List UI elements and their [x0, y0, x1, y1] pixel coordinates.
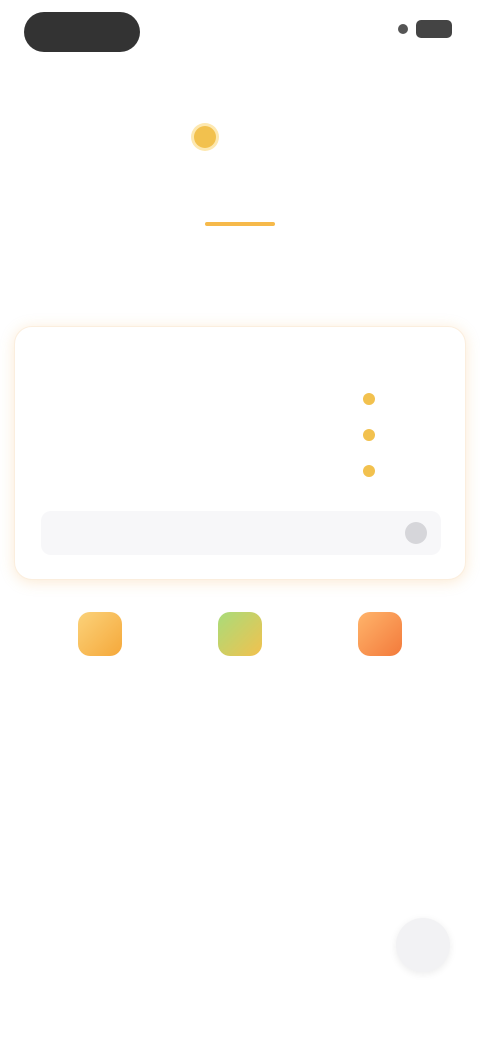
chevron-icon[interactable]: [405, 522, 427, 544]
tab-second-active[interactable]: [185, 196, 295, 226]
balance-display: [0, 126, 480, 148]
tab-first[interactable]: [40, 196, 150, 226]
shortcut-label: [350, 670, 410, 686]
coin-icon: [363, 393, 375, 405]
coin-icon: [363, 465, 375, 477]
task-icon: [218, 612, 262, 656]
shop-icon: [358, 612, 402, 656]
signal-icon: [398, 24, 408, 34]
coin-icon: [194, 126, 216, 148]
status-bar: [0, 0, 480, 64]
detail-row: [41, 385, 441, 413]
details-card: [14, 326, 466, 580]
tab-bar: [40, 196, 440, 226]
tab-third[interactable]: [330, 196, 440, 226]
status-indicators: [398, 20, 452, 38]
detail-row: [41, 457, 441, 485]
row-value-group: [363, 429, 441, 441]
shortcut-second[interactable]: [180, 612, 300, 686]
shortcut-first[interactable]: [40, 612, 160, 686]
detail-row: [41, 421, 441, 449]
gift-icon: [78, 612, 122, 656]
headline: [0, 266, 480, 300]
service-icon[interactable]: [396, 918, 450, 972]
shortcut-row: [40, 612, 440, 686]
battery-icon: [416, 20, 452, 38]
row-value-group: [363, 393, 441, 405]
card-title: [41, 349, 191, 367]
shortcut-third[interactable]: [320, 612, 440, 686]
shortcut-label: [210, 670, 270, 686]
shortcut-label: [70, 670, 130, 686]
info-box[interactable]: [41, 511, 441, 555]
dynamic-island: [24, 12, 140, 52]
coin-icon: [363, 429, 375, 441]
row-value-group: [363, 465, 441, 477]
